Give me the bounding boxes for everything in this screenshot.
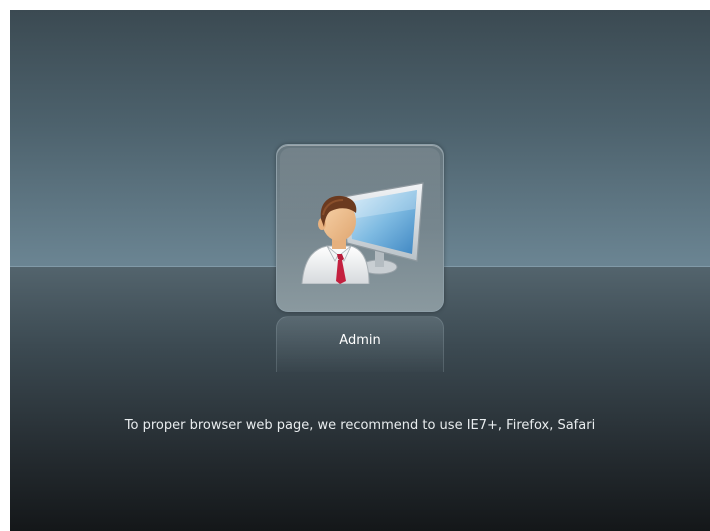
admin-account-label[interactable]: Admin: [276, 332, 444, 350]
page: Admin To proper browser web page, we rec…: [0, 0, 710, 531]
login-stage: Admin To proper browser web page, we rec…: [10, 10, 710, 531]
admin-user-computer-icon: [301, 182, 424, 284]
admin-login-tile[interactable]: [276, 144, 444, 312]
browser-recommendation-text: To proper browser web page, we recommend…: [124, 418, 596, 433]
